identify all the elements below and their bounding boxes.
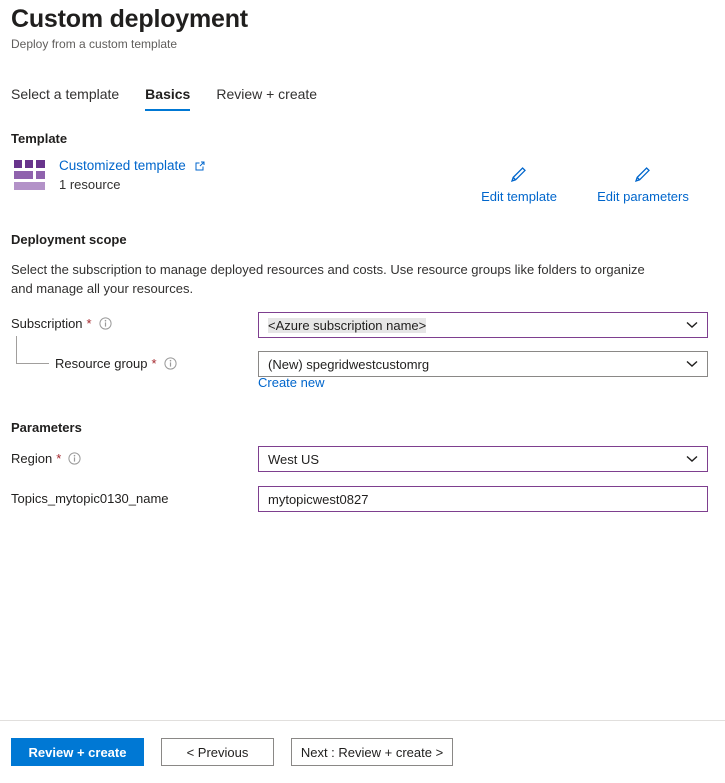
create-new-resource-group-link[interactable]: Create new (258, 375, 324, 390)
parameters-section-heading: Parameters (11, 420, 82, 435)
info-circle-icon[interactable] (163, 357, 177, 370)
subscription-label: Subscription (11, 316, 83, 331)
wizard-tabs: Select a template Basics Review + create (11, 86, 343, 111)
subscription-value: <Azure subscription name> (268, 317, 427, 333)
resource-group-label: Resource group (55, 356, 148, 371)
topic-name-label: Topics_mytopic0130_name (11, 491, 169, 506)
scope-tree-connector (16, 336, 49, 364)
edit-template-label: Edit template (481, 189, 557, 204)
next-review-create-button[interactable]: Next : Review + create > (291, 738, 453, 766)
region-dropdown[interactable]: West US (258, 446, 708, 472)
customized-template-link[interactable]: Customized template (59, 158, 206, 173)
review-create-button[interactable]: Review + create (11, 738, 144, 766)
region-label: Region (11, 451, 53, 466)
chevron-down-icon (679, 352, 705, 376)
template-grid-icon (14, 160, 48, 190)
topic-name-input[interactable]: mytopicwest0827 (258, 486, 708, 512)
region-label-group: Region * (11, 451, 81, 466)
deployment-scope-heading: Deployment scope (11, 232, 127, 247)
info-circle-icon[interactable] (99, 317, 112, 330)
custom-deployment-page: Custom deployment Deploy from a custom t… (0, 0, 725, 783)
subscription-required-marker: * (86, 316, 92, 331)
footer-divider (0, 720, 725, 721)
subscription-dropdown[interactable]: <Azure subscription name> (258, 312, 708, 338)
topic-name-value: mytopicwest0827 (268, 491, 369, 507)
resource-group-value: (New) spegridwestcustomrg (268, 356, 430, 372)
info-circle-icon[interactable] (68, 452, 81, 465)
template-section-heading: Template (11, 131, 68, 146)
tab-select-a-template[interactable]: Select a template (11, 86, 119, 111)
tab-basics[interactable]: Basics (145, 86, 191, 111)
deployment-scope-description: Select the subscription to manage deploy… (11, 262, 645, 296)
resource-group-dropdown[interactable]: (New) spegridwestcustomrg (258, 351, 708, 377)
template-resource-count: 1 resource (59, 177, 121, 192)
chevron-down-icon (679, 313, 705, 337)
edit-parameters-label: Edit parameters (597, 189, 689, 204)
subscription-label-group: Subscription * (11, 316, 112, 331)
edit-template-button[interactable]: Edit template (459, 163, 579, 204)
wizard-footer: Review + create < Previous Next : Review… (11, 738, 453, 766)
customized-template-label: Customized template (59, 158, 186, 173)
resource-group-required-marker: * (151, 356, 157, 371)
page-title: Custom deployment (11, 5, 248, 33)
region-value: West US (268, 451, 320, 467)
pencil-icon (459, 163, 579, 187)
chevron-down-icon (679, 447, 705, 471)
tab-review-create[interactable]: Review + create (216, 86, 317, 111)
edit-parameters-button[interactable]: Edit parameters (583, 163, 703, 204)
previous-button[interactable]: < Previous (161, 738, 274, 766)
region-required-marker: * (56, 451, 62, 466)
page-subtitle: Deploy from a custom template (11, 37, 178, 51)
external-link-icon (195, 161, 205, 171)
pencil-icon (583, 163, 703, 187)
resource-group-label-group: Resource group * (55, 356, 177, 371)
